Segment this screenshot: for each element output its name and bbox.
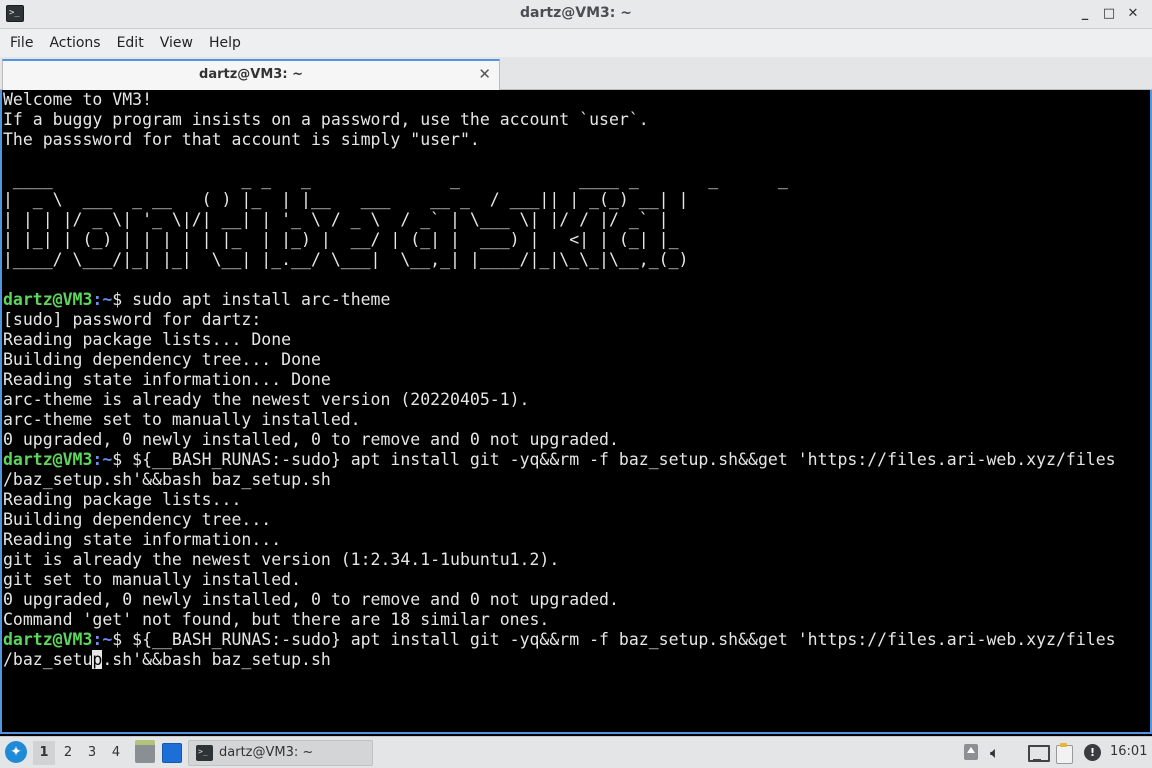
input-before-cursor: /baz_setu [3,650,93,669]
taskbar: ✦ 1 2 3 4 >_ dartz@VM3: ~ 🔈︎ ! 16:01 [0,736,1152,768]
taskbar-terminal-button[interactable]: >_ dartz@VM3: ~ [188,740,373,766]
task-label: dartz@VM3: ~ [219,745,314,760]
output-line: arc-theme set to manually installed. [3,410,361,429]
ascii-art-line: |____/ \___/|_| |_| \__| |_.__/ \___| \_… [3,250,689,269]
output-line: arc-theme is already the newest version … [3,390,530,409]
prompt-line: dartz@VM3:~$ ${__BASH_RUNAS:-sudo} apt i… [3,450,1116,470]
output-line: Command 'get' not found, but there are 1… [3,610,550,629]
menu-view[interactable]: View [152,29,201,57]
tab-close-icon[interactable]: ✕ [478,65,491,83]
file-manager-icon[interactable] [135,740,155,763]
terminal-icon: >_ [196,745,213,761]
output-line: Building dependency tree... [3,510,272,529]
prompt-line: dartz@VM3:~$ sudo apt install arc-theme [3,290,1116,310]
show-desktop-icon[interactable] [162,743,182,763]
minimize-button[interactable]: _ [1074,4,1096,24]
menu-edit[interactable]: Edit [109,29,152,57]
current-input-line[interactable]: /baz_setup.sh'&&bash baz_setup.sh [3,650,1116,670]
output-line: Reading package lists... [3,490,242,509]
menu-actions[interactable]: Actions [41,29,108,57]
terminal-line: The passsword for that account is simply… [3,130,480,149]
tab-bar: dartz@VM3: ~ ✕ [0,57,1152,90]
prompt-line: dartz@VM3:~$ ${__BASH_RUNAS:-sudo} apt i… [3,630,1116,650]
terminal-output[interactable]: Welcome to VM3! If a buggy program insis… [0,90,1152,734]
prompt-path: :~ [92,630,113,649]
prompt-user: dartz@VM3 [3,630,93,649]
window-title: dartz@VM3: ~ [520,5,632,21]
output-line: git is already the newest version (1:2.3… [3,550,560,569]
ascii-art-line: | | | |/ _ \| '_ \|/| __| | '_ \ / _ \ /… [3,210,669,229]
prompt-user: dartz@VM3 [3,450,93,469]
workspace-3[interactable]: 3 [81,741,103,765]
command-text: $ ${__BASH_RUNAS:-sudo} apt install git … [112,450,1116,469]
clock[interactable]: 16:01 [1110,744,1147,759]
info-icon[interactable]: ! [1084,744,1101,761]
workspace-2[interactable]: 2 [57,741,79,765]
output-line: [sudo] password for dartz: [3,310,262,329]
command-text: $ ${__BASH_RUNAS:-sudo} apt install git … [112,630,1116,649]
ascii-art-line: ____ _ _ _ _ ____ _ _ _ [3,170,788,189]
ascii-art-line: | |_| | (_) | | | | | |_ | |_) | __/ | (… [3,230,679,249]
output-line: Reading state information... Done [3,370,331,389]
tray-up-icon[interactable] [963,743,979,763]
network-icon[interactable] [1028,743,1050,763]
tab-label: dartz@VM3: ~ [199,67,303,82]
clipboard-icon[interactable] [1054,743,1074,764]
terminal-line: If a buggy program insists on a password… [3,110,649,129]
command-text: $ sudo apt install arc-theme [112,290,391,309]
output-line: 0 upgraded, 0 newly installed, 0 to remo… [3,590,619,609]
close-button[interactable]: ✕ [1122,4,1144,24]
ascii-art-line: | _ \ ___ _ __ ( ) |_ | |__ ___ __ _ / _… [3,190,689,209]
output-line: Reading state information... [3,530,282,549]
command-continuation: /baz_setup.sh'&&bash baz_setup.sh [3,470,331,489]
volume-icon[interactable]: 🔈︎ [990,743,1010,763]
tab-terminal[interactable]: dartz@VM3: ~ ✕ [2,59,500,90]
maximize-button[interactable]: □ [1098,4,1120,24]
workspace-4[interactable]: 4 [105,741,127,765]
menu-bar: File Actions Edit View Help [0,29,1152,57]
output-line: Building dependency tree... Done [3,350,321,369]
menu-help[interactable]: Help [201,29,249,57]
output-line: 0 upgraded, 0 newly installed, 0 to remo… [3,430,619,449]
workspace-1[interactable]: 1 [33,741,55,765]
output-line: Reading package lists... Done [3,330,292,349]
input-after-cursor: .sh'&&bash baz_setup.sh [102,650,331,669]
prompt-path: :~ [92,450,113,469]
prompt-path: :~ [92,290,113,309]
text-cursor: p [92,650,103,669]
window-titlebar: >_ dartz@VM3: ~ _ □ ✕ [0,0,1152,29]
prompt-user: dartz@VM3 [3,290,93,309]
output-line: git set to manually installed. [3,570,302,589]
terminal-line: Welcome to VM3! [3,90,153,109]
menu-file[interactable]: File [2,29,41,57]
window-controls: _ □ ✕ [1074,4,1144,24]
start-menu-icon[interactable]: ✦ [5,741,27,763]
